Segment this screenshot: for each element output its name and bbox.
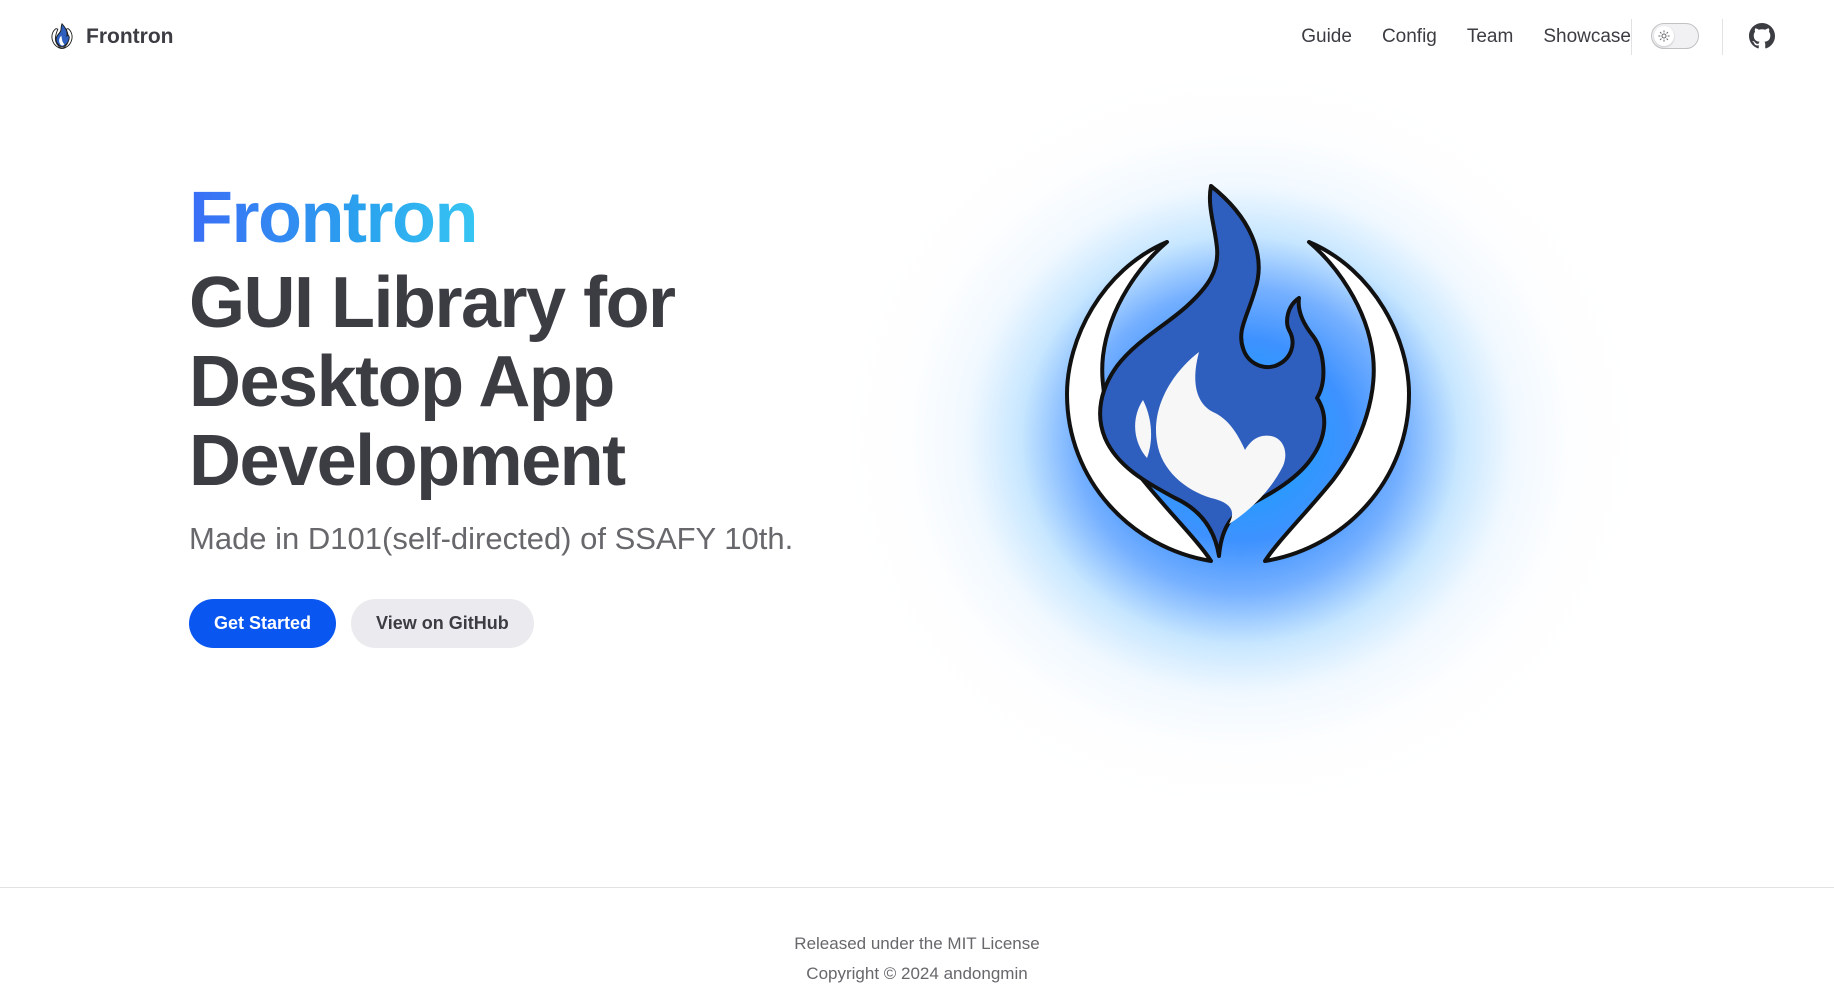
footer: Released under the MIT License Copyright… bbox=[0, 887, 1834, 989]
get-started-button[interactable]: Get Started bbox=[189, 599, 337, 648]
nav-link-team[interactable]: Team bbox=[1452, 22, 1528, 52]
frontron-flame-logo-icon bbox=[1065, 184, 1411, 563]
top-navbar: Frontron Guide Config Team Showcase bbox=[0, 0, 1834, 74]
hero-tagline: GUI Library for Desktop App Development bbox=[189, 263, 676, 501]
hero-subtitle: Made in D101(self-directed) of SSAFY 10t… bbox=[189, 521, 794, 556]
nav-links: Guide Config Team Showcase bbox=[1286, 22, 1646, 52]
theme-toggle[interactable] bbox=[1651, 23, 1699, 49]
frontron-logo-icon bbox=[51, 22, 73, 49]
sun-icon bbox=[1658, 30, 1670, 42]
hero-actions: Get Started View on GitHub bbox=[189, 599, 809, 648]
footer-copyright: Copyright © 2024 andongmin bbox=[806, 964, 1028, 983]
view-on-github-button[interactable]: View on GitHub bbox=[351, 599, 534, 648]
github-icon[interactable] bbox=[1749, 23, 1775, 49]
nav-link-guide[interactable]: Guide bbox=[1286, 22, 1367, 52]
brand-link[interactable]: Frontron bbox=[47, 19, 173, 55]
nav-divider bbox=[1631, 19, 1632, 55]
nav-divider bbox=[1722, 19, 1723, 55]
hero-text: Frontron GUI Library for Desktop App Dev… bbox=[189, 172, 809, 648]
nav-link-showcase[interactable]: Showcase bbox=[1528, 22, 1646, 52]
hero-title: Frontron bbox=[189, 172, 478, 264]
toggle-knob bbox=[1654, 26, 1674, 46]
nav-link-config[interactable]: Config bbox=[1367, 22, 1452, 52]
footer-message: Released under the MIT License bbox=[794, 934, 1040, 953]
brand-name: Frontron bbox=[86, 25, 174, 48]
